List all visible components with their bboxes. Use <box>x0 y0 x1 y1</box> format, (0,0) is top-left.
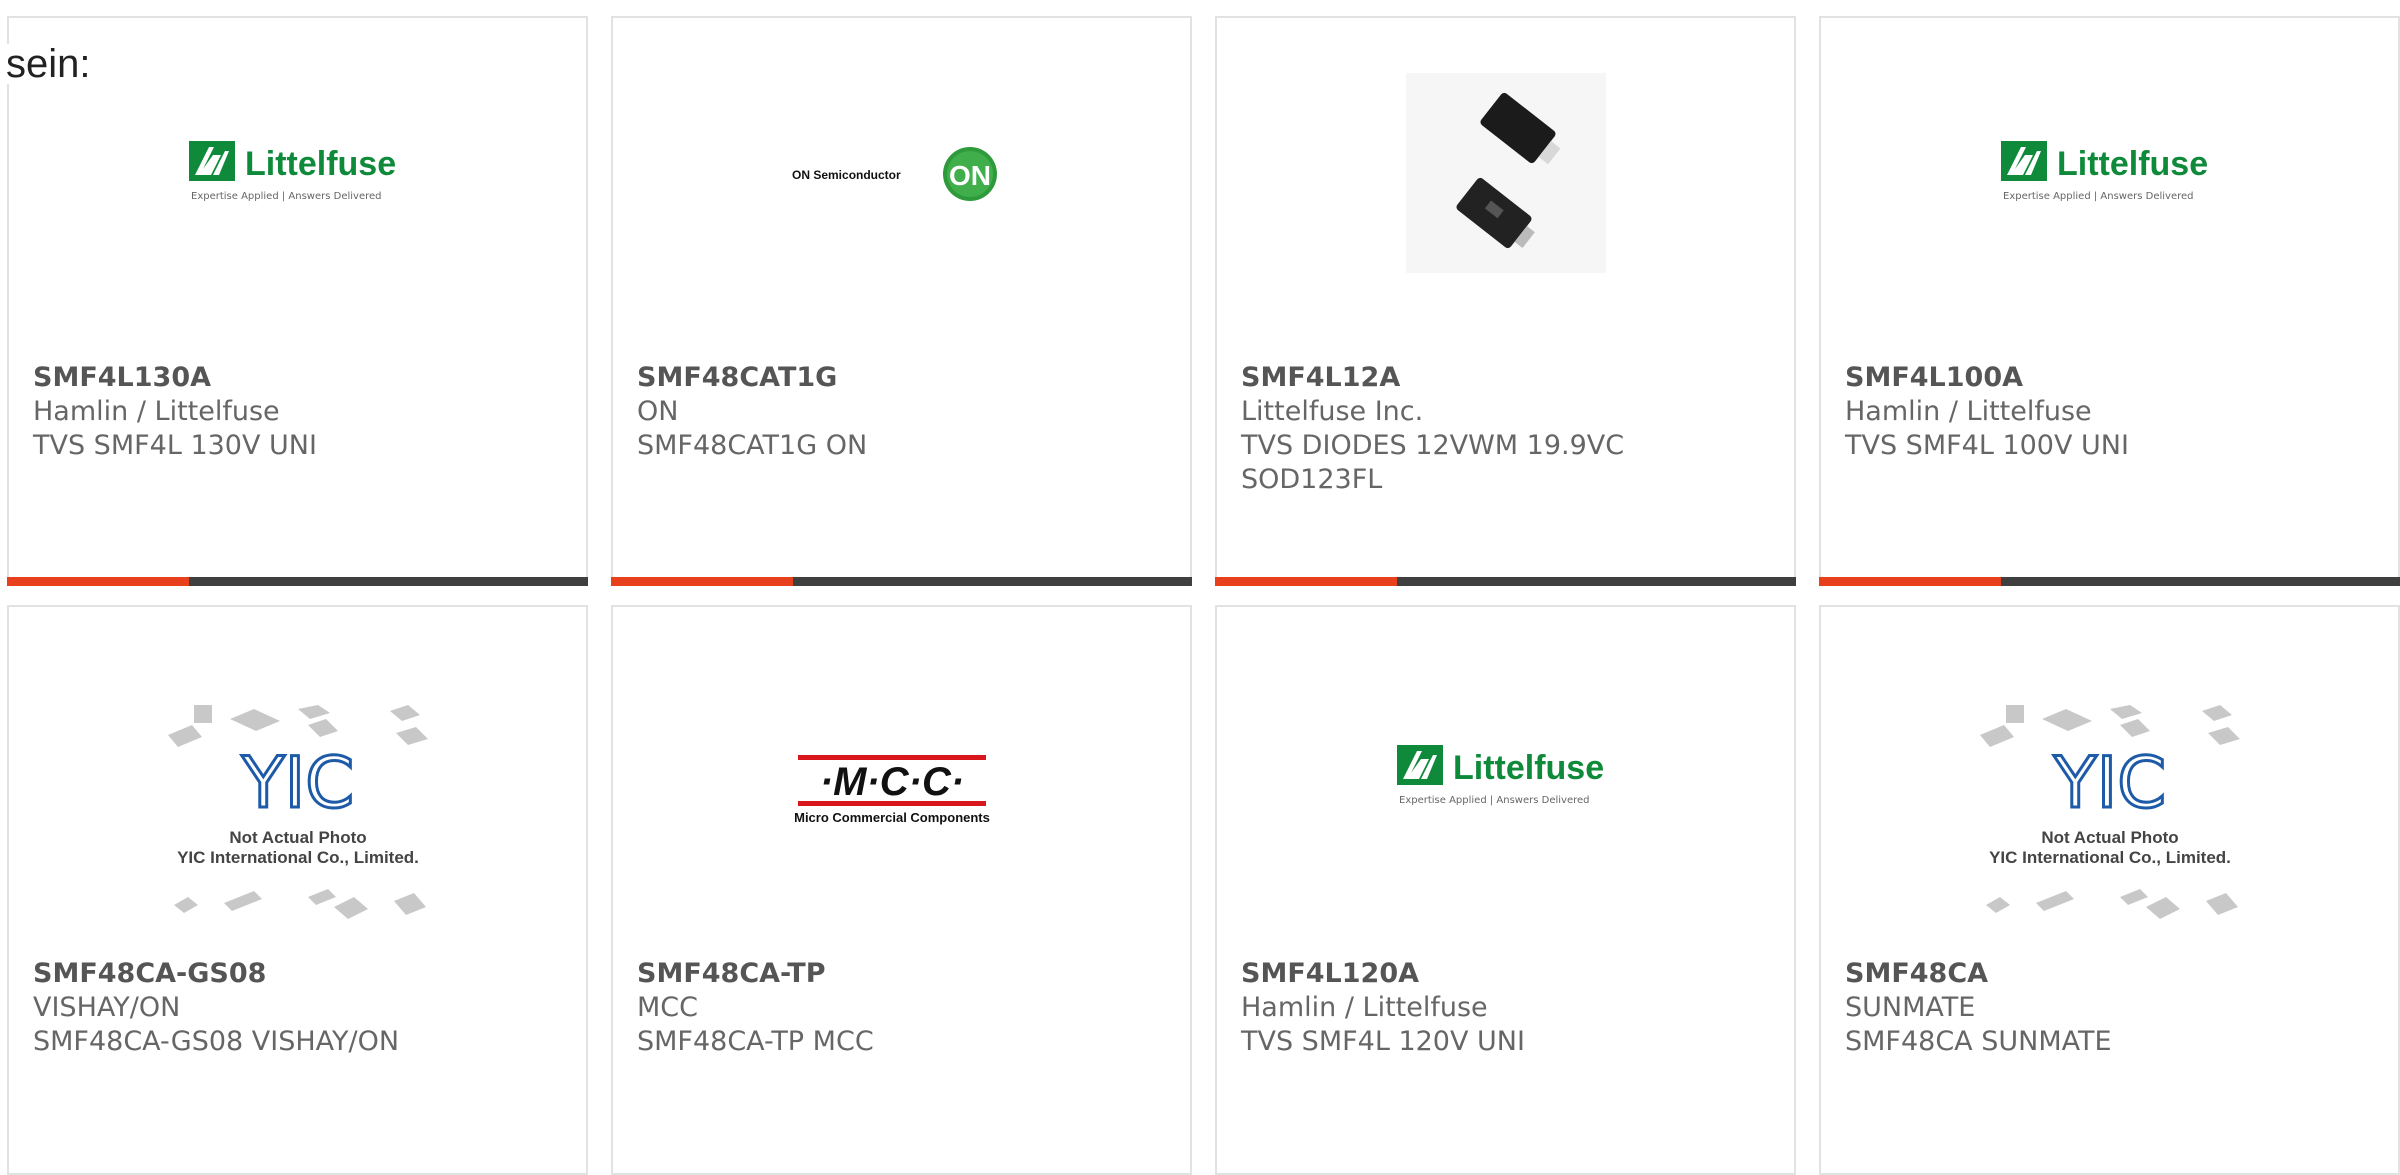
svg-text:Expertise Applied | Answers De: Expertise Applied | Answers Delivered <box>191 191 382 202</box>
littelfuse-logo-icon: Littelfuse Expertise Applied | Answers D… <box>1396 745 1604 806</box>
part-number[interactable]: SMF48CA <box>1845 957 2374 991</box>
svg-text:YIC International Co., Limited: YIC International Co., Limited. <box>177 848 419 867</box>
description: SMF48CA-TP MCC <box>637 1026 874 1057</box>
svg-text:Littelfuse: Littelfuse <box>245 145 396 183</box>
card-bottom-bar <box>611 577 1192 586</box>
product-card[interactable]: Littelfuse Expertise Applied | Answers D… <box>1215 605 1796 1175</box>
product-image <box>1217 73 1794 273</box>
product-image: YIC Not Actual Photo YIC International C… <box>9 697 586 937</box>
product-card[interactable]: YIC Not Actual Photo YIC International C… <box>7 605 588 1175</box>
description: TVS SMF4L 120V UNI <box>1241 1026 1525 1057</box>
product-card[interactable]: Littelfuse Expertise Applied | Answers D… <box>1819 16 2400 586</box>
manufacturer: ON <box>637 396 679 427</box>
product-card[interactable]: SMF4L12A Littelfuse Inc. TVS DIODES 12VW… <box>1215 16 1796 586</box>
part-number[interactable]: SMF48CAT1G <box>637 361 1166 395</box>
part-number[interactable]: SMF4L12A <box>1241 361 1770 395</box>
manufacturer: Hamlin / Littelfuse <box>1241 992 1488 1023</box>
card-bottom-bar <box>1819 577 2400 586</box>
littelfuse-logo-icon: Littelfuse Expertise Applied | Answers D… <box>188 141 396 202</box>
manufacturer: SUNMATE <box>1845 992 1976 1023</box>
description: TVS SMF4L 130V UNI <box>33 430 317 461</box>
product-card[interactable]: ·M·C·C· Micro Commercial Components SMF4… <box>611 605 1192 1175</box>
svg-text:ON: ON <box>949 160 991 191</box>
mcc-logo-icon: ·M·C·C· Micro Commercial Components <box>794 755 990 825</box>
product-image: ·M·C·C· Micro Commercial Components <box>613 717 1190 837</box>
svg-text:YIC: YIC <box>240 742 353 824</box>
description: SMF48CA-GS08 VISHAY/ON <box>33 1026 400 1057</box>
card-bottom-bar <box>1215 577 1796 586</box>
manufacturer: Hamlin / Littelfuse <box>1845 396 2092 427</box>
manufacturer: Littelfuse Inc. <box>1241 396 1424 427</box>
manufacturer: VISHAY/ON <box>33 992 181 1023</box>
product-card[interactable]: YIC Not Actual Photo YIC International C… <box>1819 605 2400 1175</box>
intro-text: sein: <box>6 42 91 86</box>
on-semiconductor-logo-icon: ON Semiconductor ON <box>792 147 997 201</box>
svg-text:ON Semiconductor: ON Semiconductor <box>792 168 901 182</box>
svg-text:Expertise Applied | Answers De: Expertise Applied | Answers Delivered <box>2003 191 2194 202</box>
svg-text:Not Actual Photo: Not Actual Photo <box>229 828 366 847</box>
product-card[interactable]: Littelfuse Expertise Applied | Answers D… <box>7 16 588 586</box>
diode-package-photo-icon <box>1405 73 1606 273</box>
svg-text:·M·C·C·: ·M·C·C· <box>819 760 963 804</box>
yic-placeholder-icon: YIC Not Actual Photo YIC International C… <box>167 705 428 919</box>
svg-text:Not Actual Photo: Not Actual Photo <box>2041 828 2178 847</box>
description: SMF48CAT1G ON <box>637 430 868 461</box>
svg-text:Micro Commercial Components: Micro Commercial Components <box>794 810 990 825</box>
yic-placeholder-icon: YIC Not Actual Photo YIC International C… <box>1979 705 2240 919</box>
product-image: Littelfuse Expertise Applied | Answers D… <box>9 73 586 273</box>
littelfuse-logo-icon: Littelfuse Expertise Applied | Answers D… <box>2000 141 2208 202</box>
manufacturer: Hamlin / Littelfuse <box>33 396 280 427</box>
part-number[interactable]: SMF48CA-GS08 <box>33 957 562 991</box>
product-image: YIC Not Actual Photo YIC International C… <box>1821 697 2398 937</box>
product-image: Littelfuse Expertise Applied | Answers D… <box>1821 73 2398 273</box>
part-number[interactable]: SMF4L120A <box>1241 957 1770 991</box>
product-image: ON Semiconductor ON <box>613 73 1190 273</box>
svg-text:Littelfuse: Littelfuse <box>2057 145 2208 183</box>
manufacturer: MCC <box>637 992 699 1023</box>
description: TVS DIODES 12VWM 19.9VC SOD123FL <box>1241 430 1625 495</box>
description: SMF48CA SUNMATE <box>1845 1026 2112 1057</box>
product-card[interactable]: ON Semiconductor ON SMF48CAT1G ON SMF48C… <box>611 16 1192 586</box>
part-number[interactable]: SMF48CA-TP <box>637 957 1166 991</box>
part-number[interactable]: SMF4L100A <box>1845 361 2374 395</box>
part-number[interactable]: SMF4L130A <box>33 361 562 395</box>
description: TVS SMF4L 100V UNI <box>1845 430 2129 461</box>
svg-text:YIC International Co., Limited: YIC International Co., Limited. <box>1989 848 2231 867</box>
svg-text:YIC: YIC <box>2052 742 2165 824</box>
svg-text:Littelfuse: Littelfuse <box>1453 749 1604 787</box>
card-bottom-bar <box>7 577 588 586</box>
product-image: Littelfuse Expertise Applied | Answers D… <box>1217 722 1794 832</box>
svg-text:Expertise Applied | Answers De: Expertise Applied | Answers Delivered <box>1399 795 1590 806</box>
